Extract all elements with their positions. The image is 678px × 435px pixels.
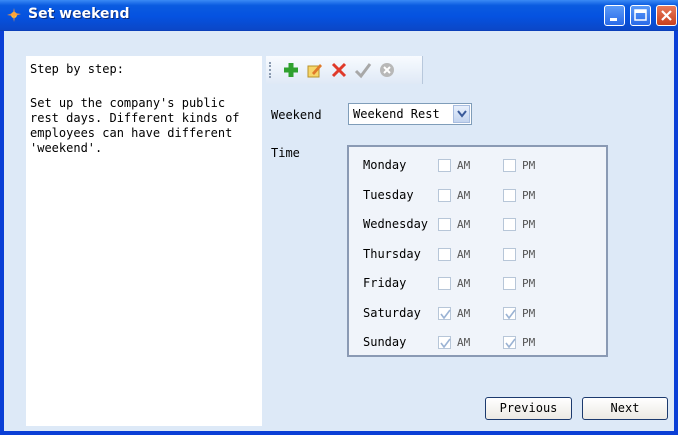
next-button-label: Next bbox=[610, 401, 640, 415]
pm-label: PM bbox=[522, 159, 536, 172]
day-row: Sunday AM PM bbox=[349, 332, 606, 354]
minimize-button[interactable] bbox=[604, 5, 625, 26]
help-panel: Step by step: Set up the company's publi… bbox=[26, 56, 262, 426]
pm-checkbox[interactable] bbox=[503, 247, 516, 261]
am-label: AM bbox=[457, 188, 471, 202]
am-checkbox[interactable] bbox=[438, 188, 451, 202]
weekend-select[interactable]: Weekend Rest bbox=[348, 103, 472, 125]
help-text: Set up the company's public rest days. D… bbox=[30, 96, 240, 155]
maximize-button[interactable] bbox=[630, 5, 651, 26]
day-name: Thursday bbox=[363, 246, 421, 261]
am-label: AM bbox=[457, 159, 471, 172]
minimize-icon bbox=[610, 18, 617, 21]
checkmark-icon bbox=[440, 309, 451, 319]
edit-icon[interactable] bbox=[306, 61, 324, 79]
am-label: AM bbox=[457, 218, 471, 231]
am-checkbox[interactable] bbox=[438, 218, 451, 231]
day-name: Tuesday bbox=[363, 187, 414, 202]
pm-label: PM bbox=[522, 306, 536, 320]
pm-label: PM bbox=[522, 218, 536, 231]
am-label: AM bbox=[457, 336, 471, 349]
weekend-label: Weekend bbox=[271, 108, 322, 122]
pm-label: PM bbox=[522, 336, 536, 349]
chevron-down-icon bbox=[457, 110, 467, 118]
pm-checkbox[interactable] bbox=[503, 159, 516, 172]
pm-label: PM bbox=[522, 277, 536, 290]
day-row: Friday AM PM bbox=[349, 273, 606, 295]
day-row: Monday AM PM bbox=[349, 155, 606, 177]
app-icon bbox=[7, 8, 21, 22]
am-checkbox[interactable] bbox=[438, 306, 451, 320]
close-button[interactable] bbox=[656, 5, 677, 26]
am-checkbox[interactable] bbox=[438, 247, 451, 261]
toolbar bbox=[266, 56, 423, 84]
day-row: Saturday AM PM bbox=[349, 303, 606, 325]
dropdown-button[interactable] bbox=[453, 105, 470, 123]
day-name: Wednesday bbox=[363, 217, 429, 231]
pm-label: PM bbox=[522, 188, 536, 202]
am-checkbox[interactable] bbox=[438, 277, 451, 290]
dialog-body: Step by step: Set up the company's publi… bbox=[4, 31, 674, 431]
am-checkbox[interactable] bbox=[438, 159, 451, 172]
previous-button[interactable]: Previous bbox=[485, 397, 572, 420]
next-button[interactable]: Next bbox=[582, 397, 668, 420]
day-row: Tuesday AM PM bbox=[349, 185, 606, 207]
help-heading: Step by step: bbox=[30, 62, 124, 76]
day-name: Saturday bbox=[363, 305, 421, 320]
add-icon[interactable] bbox=[282, 61, 300, 79]
time-grid: Monday AM PM Tuesday AM PM Wednesday AM PM Thursd… bbox=[347, 145, 608, 357]
window: Set weekend Step by step: Set up the com… bbox=[0, 0, 678, 435]
previous-button-label: Previous bbox=[499, 401, 558, 415]
day-name: Monday bbox=[363, 158, 407, 172]
am-label: AM bbox=[457, 247, 471, 261]
am-label: AM bbox=[457, 277, 471, 290]
checkmark-icon bbox=[505, 338, 516, 349]
am-checkbox[interactable] bbox=[438, 336, 451, 349]
am-label: AM bbox=[457, 306, 471, 320]
day-name: Friday bbox=[363, 276, 407, 290]
pm-checkbox[interactable] bbox=[503, 306, 516, 320]
checkmark-icon bbox=[505, 309, 516, 319]
close-icon bbox=[661, 10, 672, 21]
day-name: Sunday bbox=[363, 335, 407, 349]
pm-checkbox[interactable] bbox=[503, 277, 516, 290]
pm-checkbox[interactable] bbox=[503, 188, 516, 202]
cancel-icon[interactable] bbox=[378, 61, 396, 79]
window-title: Set weekend bbox=[28, 6, 130, 22]
maximize-icon bbox=[634, 9, 647, 21]
pm-label: PM bbox=[522, 247, 536, 261]
pm-checkbox[interactable] bbox=[503, 218, 516, 231]
day-row: Thursday AM PM bbox=[349, 244, 606, 266]
pm-checkbox[interactable] bbox=[503, 336, 516, 349]
title-bar[interactable]: Set weekend bbox=[0, 0, 678, 31]
confirm-icon[interactable] bbox=[354, 61, 372, 79]
delete-icon[interactable] bbox=[330, 61, 348, 79]
time-label: Time bbox=[271, 146, 300, 160]
weekend-select-value: Weekend Rest bbox=[353, 107, 440, 121]
toolbar-grip[interactable] bbox=[269, 62, 273, 78]
checkmark-icon bbox=[440, 338, 451, 349]
day-row: Wednesday AM PM bbox=[349, 214, 606, 236]
